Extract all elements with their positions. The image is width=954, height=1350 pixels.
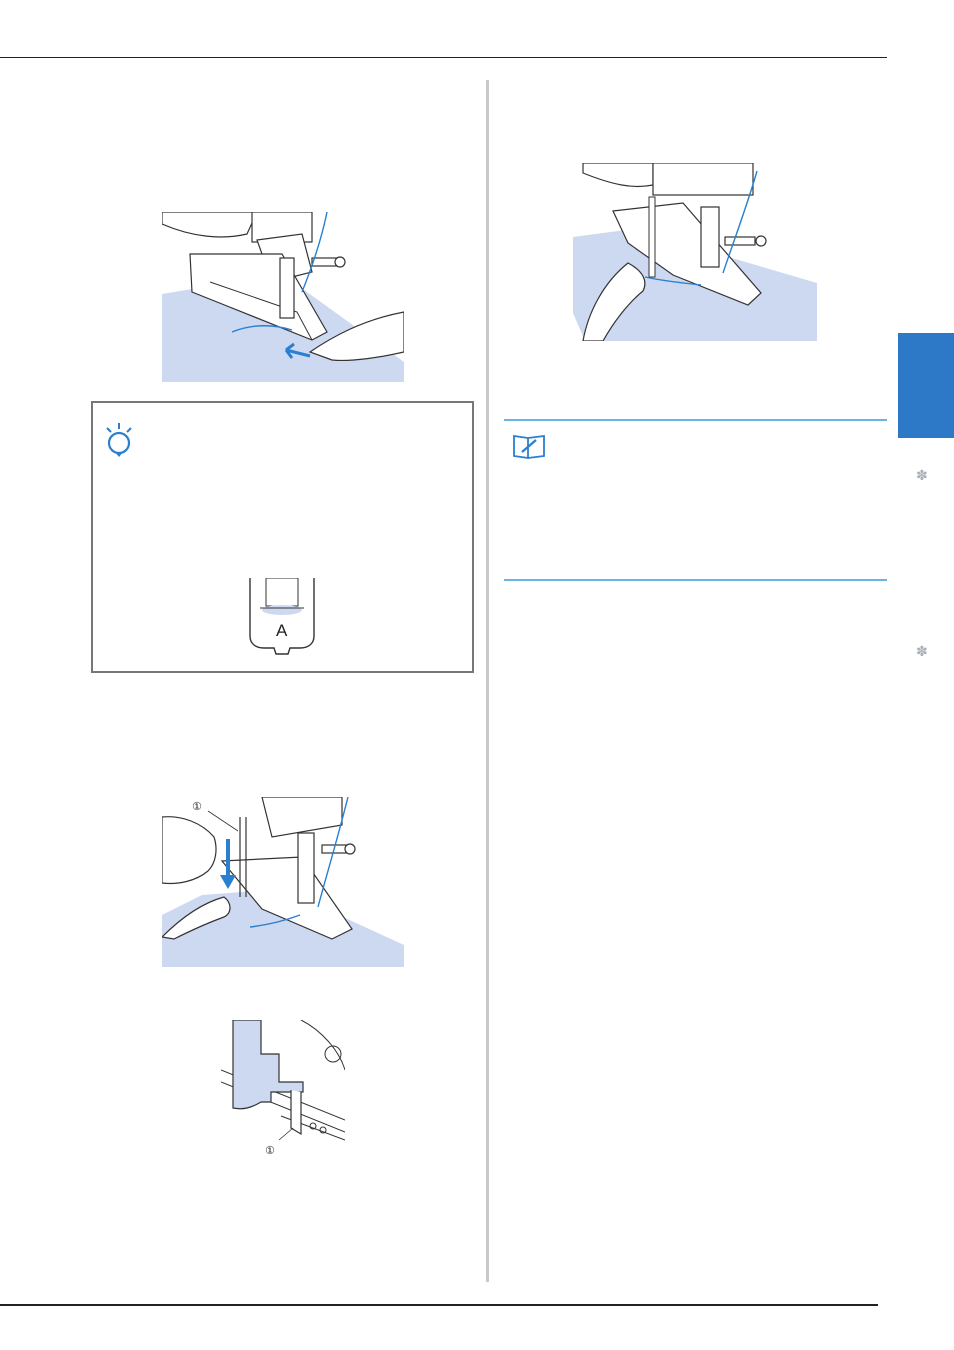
- callout-number: ①: [265, 1144, 275, 1157]
- callout-number: ①: [192, 800, 202, 813]
- memo-top-rule: [504, 419, 887, 421]
- chapter-tab[interactable]: [898, 333, 954, 438]
- footer-rule: [0, 1304, 878, 1306]
- figure-sewing-foot-right: [573, 163, 817, 341]
- buttonhole-foot-diagram: A: [246, 578, 318, 658]
- figure-lower-lever: ①: [162, 797, 404, 967]
- figure-lever-closeup: ①: [221, 1020, 345, 1157]
- figure-sewing-foot-front: [162, 212, 404, 382]
- memo-bottom-rule: [504, 579, 887, 581]
- note-box: A: [91, 401, 474, 673]
- lightbulb-icon: [103, 421, 135, 459]
- memo-pencil-icon: [512, 432, 546, 460]
- fleuron-icon: ✽: [916, 468, 928, 484]
- header-rule: [0, 57, 887, 58]
- fleuron-icon: ✽: [916, 644, 928, 660]
- column-divider: [486, 80, 489, 1282]
- foot-letter: A: [276, 621, 288, 640]
